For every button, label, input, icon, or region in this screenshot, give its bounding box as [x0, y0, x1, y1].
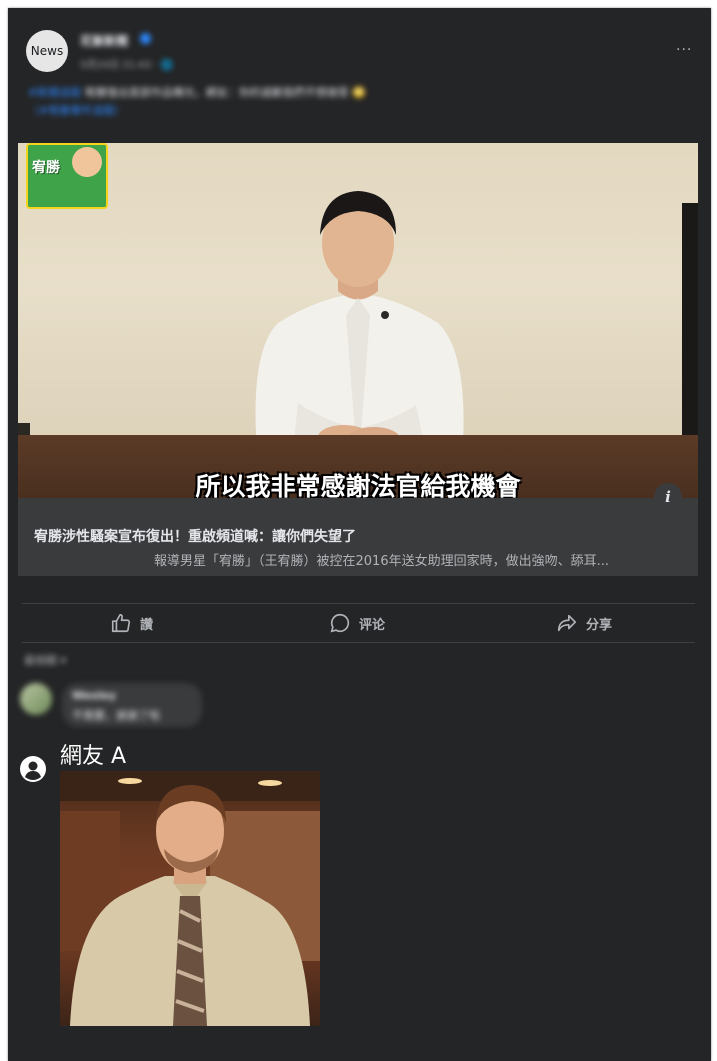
comment-text: 不需要，謝謝了啦 — [72, 709, 160, 722]
comment-bubble-icon — [330, 613, 350, 633]
share-label: 分享 — [586, 617, 613, 633]
caption-link[interactable]: （#宥勝事件追蹤） — [28, 104, 125, 117]
user-profile-icon — [20, 756, 46, 782]
more-options-button[interactable]: ··· — [676, 42, 692, 58]
share-button[interactable]: 分享 — [556, 612, 612, 634]
channel-logo: 宥勝 — [26, 143, 108, 209]
link-preview-title[interactable]: 宥勝涉性騷案宣布復出！重啟頻道喊：讓你們失望了 — [34, 526, 356, 546]
avatar-label: News — [30, 44, 64, 58]
caption-text: 宥勝復出首部作品曝光，網友：你的道歉我們不想接受 🙄 — [81, 86, 366, 99]
comment-sort-dropdown[interactable]: 最相關 ▾ — [24, 652, 66, 668]
info-icon[interactable]: i — [654, 483, 682, 511]
share-arrow-icon — [557, 614, 577, 632]
page-name[interactable]: 花絮新聞 — [80, 32, 128, 49]
post-timestamp[interactable]: 5月24日 21:43 · 🌐 — [80, 56, 173, 71]
commenter-avatar[interactable] — [20, 683, 52, 715]
logo-text: 宥勝 — [32, 160, 60, 176]
link-preview-description: 報導男星「宥勝」（王宥勝）被控在2016年送女助理回家時，做出強吻、舔耳... — [154, 554, 609, 569]
reaction-meme-image — [60, 771, 320, 1026]
actions-divider-bottom — [22, 642, 695, 643]
video-thumbnail[interactable]: 宥勝 所以我非常感謝法官給我機會 — [18, 143, 698, 498]
comment-bubble: Wesley 不需要，謝謝了啦 — [62, 683, 202, 727]
speaker-figure — [255, 191, 464, 463]
thumbs-up-icon — [111, 613, 131, 633]
overlay-comment: 網友 A — [8, 730, 711, 1061]
link-preview-card[interactable]: 宥勝涉性騷案宣布復出！重啟頻道喊：讓你們失望了 報導男星「宥勝」（王宥勝）被控在… — [18, 498, 698, 576]
like-button[interactable]: 讚 — [110, 612, 153, 634]
comment-button[interactable]: 评论 — [329, 612, 385, 634]
caption-hashtag[interactable]: #新聞追蹤 — [28, 86, 81, 99]
meme-figure — [60, 771, 320, 1026]
page-avatar[interactable]: News — [26, 30, 68, 72]
post-caption: #新聞追蹤 宥勝復出首部作品曝光，網友：你的道歉我們不想接受 🙄 （#宥勝事件追… — [28, 84, 688, 120]
video-subtitle: 所以我非常感謝法官給我機會 — [195, 472, 521, 498]
overlay-user-name: 網友 A — [60, 744, 127, 769]
commenter-name[interactable]: Wesley — [72, 689, 116, 702]
like-label: 讚 — [140, 617, 154, 633]
logo-face — [72, 147, 102, 177]
actions-divider-top — [22, 603, 695, 604]
verified-badge-icon — [140, 33, 151, 44]
comment-label: 评论 — [359, 617, 386, 633]
